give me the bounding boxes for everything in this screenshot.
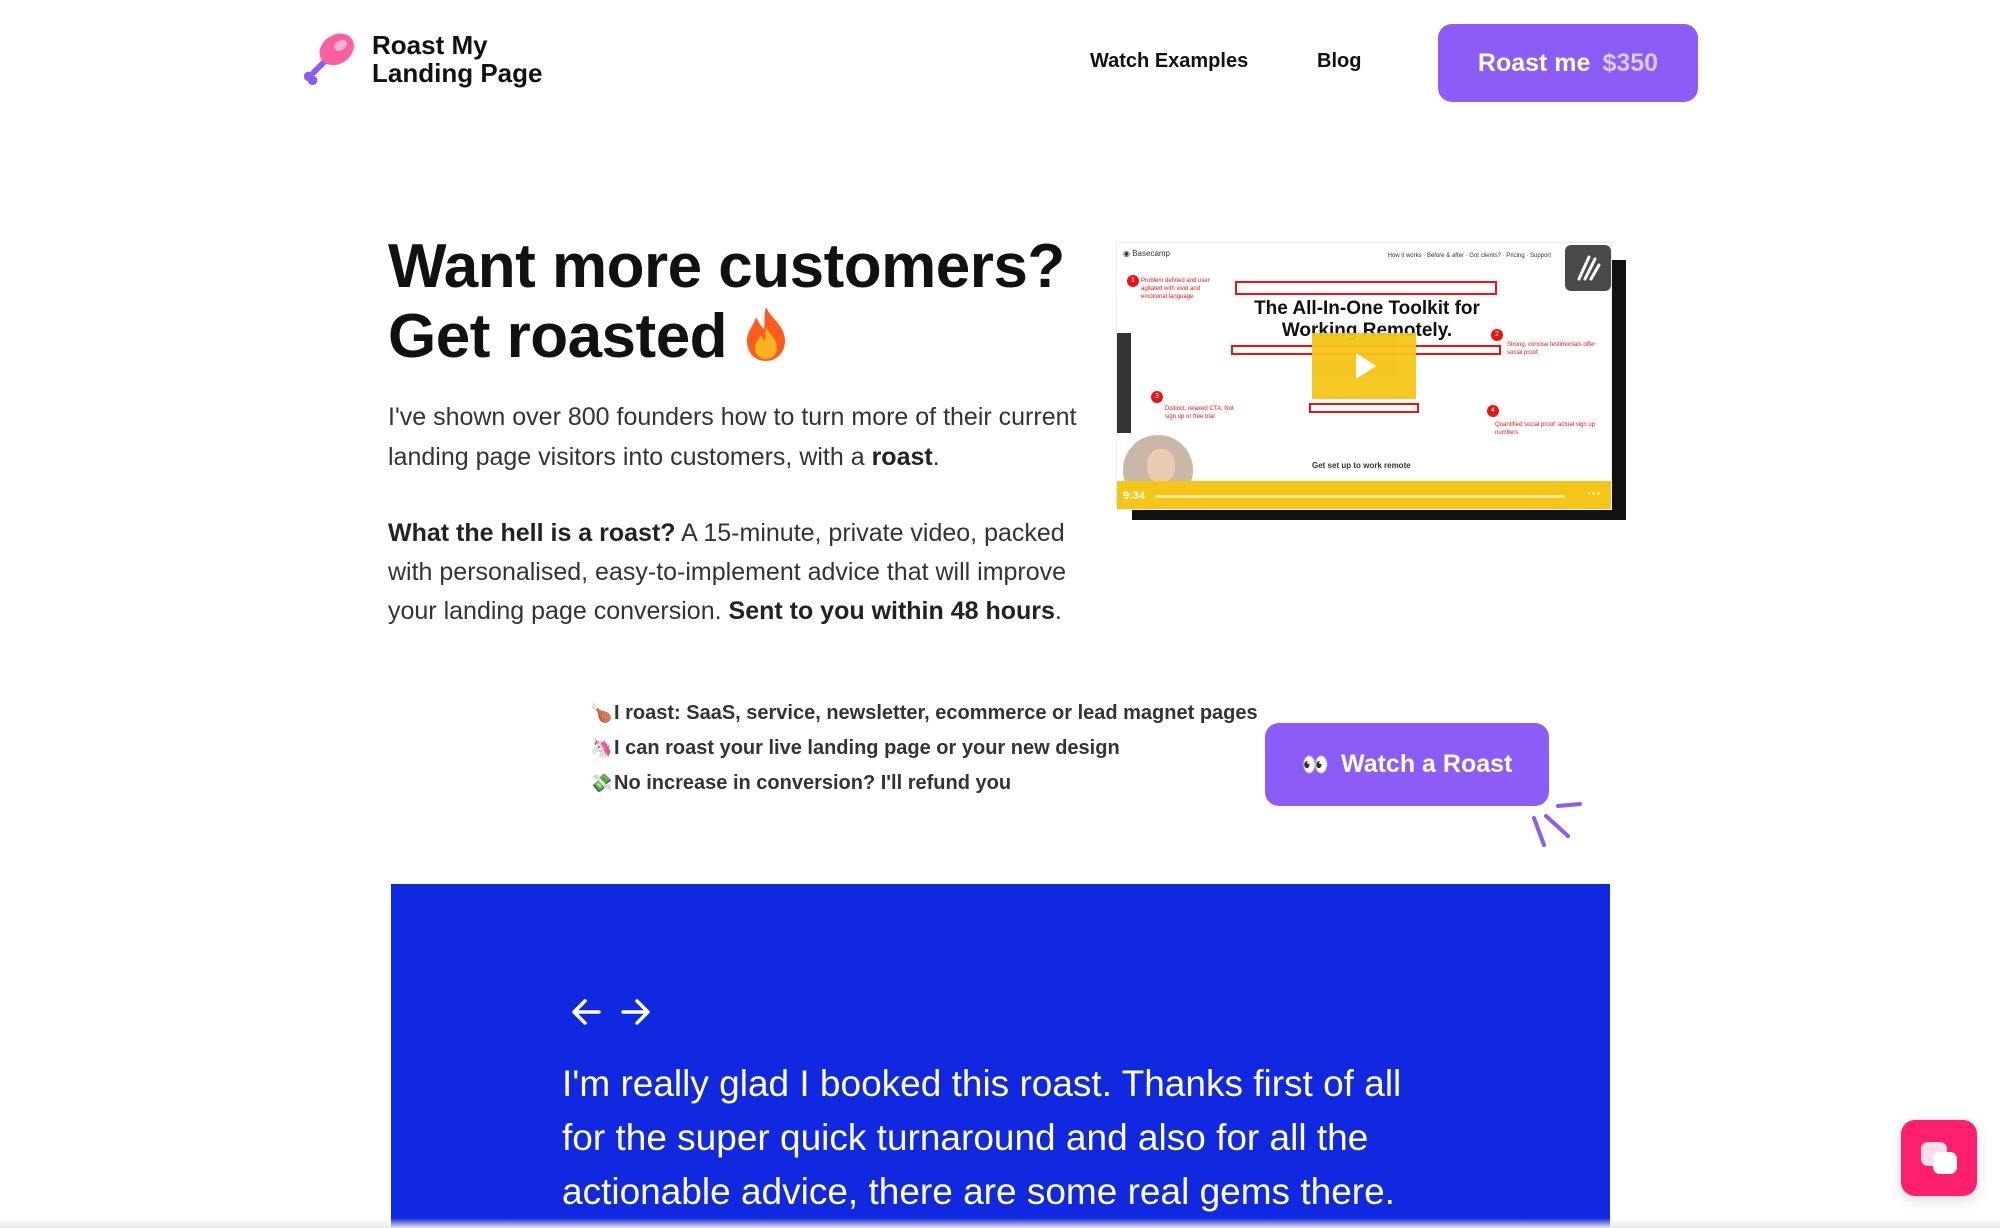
video-note-1: Problem defined and user agitated with v… [1141, 278, 1210, 300]
drumstick-emoji-icon: 🍗 [590, 703, 613, 723]
hero-p1-bold: roast [871, 443, 933, 471]
video-note-3: Distinct, relaxed CTA. Not sign up or fr… [1165, 406, 1234, 420]
hero-p1-end: . [932, 443, 940, 471]
video-note-marker-1: 1 [1127, 275, 1139, 287]
hero-title-line-2: Get roasted [388, 302, 1065, 372]
chat-widget-button[interactable] [1901, 1120, 1977, 1196]
eyes-emoji-icon: 👀 [1301, 751, 1329, 777]
bullet-item: 💸 No increase in conversion? I'll refund … [590, 766, 1258, 801]
site-header: Roast My Landing Page Watch Examples Blo… [0, 0, 2000, 130]
video-note-4: Quantified social proof: actual sign up … [1495, 422, 1596, 436]
hero-title: Want more customers? Get roasted [388, 232, 1065, 372]
video-highlight-box [1235, 281, 1497, 295]
roast-video-player[interactable]: ◉ Basecamp How it works · Before & after… [1116, 242, 1626, 520]
hero-p2-bold-2: Sent to you within 48 hours [728, 597, 1055, 625]
video-progress-bar[interactable] [1155, 495, 1565, 498]
hero-title-line-1: Want more customers? [388, 232, 1065, 301]
video-frame[interactable]: ◉ Basecamp How it works · Before & after… [1116, 242, 1612, 510]
sparkle-lines-icon [1532, 802, 1582, 847]
chat-bubble-icon [1933, 1152, 1957, 1174]
roast-me-label: Roast me [1477, 48, 1591, 77]
testimonial-section: I'm really glad I booked this roast. Tha… [391, 884, 1610, 1228]
watch-a-roast-label: Watch a Roast [1341, 750, 1513, 778]
unicorn-emoji-icon: 🦄 [590, 738, 613, 758]
video-control-bar[interactable]: 9:34 ··· [1117, 481, 1611, 509]
testimonial-nav [569, 994, 653, 1030]
video-note-2: Strong, concise testimonials offer socia… [1507, 342, 1596, 356]
drumstick-logo-icon [303, 33, 354, 86]
hero-p2-bold-1: What the hell is a roast? [388, 519, 676, 547]
money-emoji-icon: 💸 [590, 773, 613, 793]
video-site-nav: How it works · Before & after · Got clie… [1387, 253, 1551, 259]
bullet-item: 🦄 I can roast your live landing page or y… [590, 731, 1258, 766]
testimonial-quote: I'm really glad I booked this roast. Tha… [562, 1063, 1402, 1212]
watch-a-roast-button[interactable]: 👀 Watch a Roast [1265, 723, 1549, 806]
feature-bullets: 🍗 I roast: SaaS, service, newsletter, eco… [590, 696, 1258, 801]
video-brand-text: Basecamp [1132, 249, 1170, 258]
video-side-toolbar [1117, 333, 1131, 433]
bullet-text: No increase in conversion? I'll refund y… [614, 772, 1012, 794]
video-note-marker-3: 3 [1151, 391, 1163, 403]
loom-mark-icon [1577, 255, 1601, 281]
bottom-edge [0, 1218, 2000, 1228]
video-brand: ◉ Basecamp [1123, 249, 1170, 258]
nav-watch-examples[interactable]: Watch Examples [1090, 50, 1248, 73]
bullet-text: I roast: SaaS, service, newsletter, ecom… [614, 702, 1258, 724]
presenter-face [1147, 449, 1175, 483]
nav-blog[interactable]: Blog [1317, 50, 1361, 73]
play-icon [1356, 353, 1376, 379]
more-options-icon[interactable]: ··· [1587, 485, 1601, 501]
video-cta-text: Get set up to work remote [1312, 461, 1411, 470]
arrow-right-icon[interactable] [617, 994, 653, 1030]
loom-logo-icon[interactable] [1565, 245, 1611, 291]
video-note-marker-4: 4 [1487, 405, 1499, 417]
hero-p2-end: . [1054, 597, 1062, 625]
arrow-left-icon[interactable] [569, 994, 605, 1030]
video-note-marker-2: 2 [1491, 329, 1503, 341]
video-highlight-box [1309, 403, 1419, 413]
logo[interactable]: Roast My Landing Page [300, 30, 542, 88]
roast-me-price: $350 [1602, 48, 1659, 77]
hero-paragraph-1: I've shown over 800 founders how to turn… [388, 397, 1078, 477]
video-play-button[interactable] [1312, 333, 1416, 399]
bullet-item: 🍗 I roast: SaaS, service, newsletter, eco… [590, 696, 1258, 731]
logo-line-2: Landing Page [372, 58, 543, 88]
roast-me-button[interactable]: Roast me $350 [1438, 24, 1698, 102]
fire-icon [747, 307, 786, 361]
logo-line-1: Roast My [372, 30, 488, 60]
hero-paragraph-2: What the hell is a roast? A 15-minute, p… [388, 514, 1078, 631]
hero-p1-text: I've shown over 800 founders how to turn… [388, 403, 1077, 471]
logo-text: Roast My Landing Page [372, 31, 542, 87]
hero-title-line-2-text: Get roasted [388, 302, 728, 371]
video-time: 9:34 [1123, 490, 1146, 502]
bullet-text: I can roast your live landing page or yo… [614, 737, 1120, 759]
